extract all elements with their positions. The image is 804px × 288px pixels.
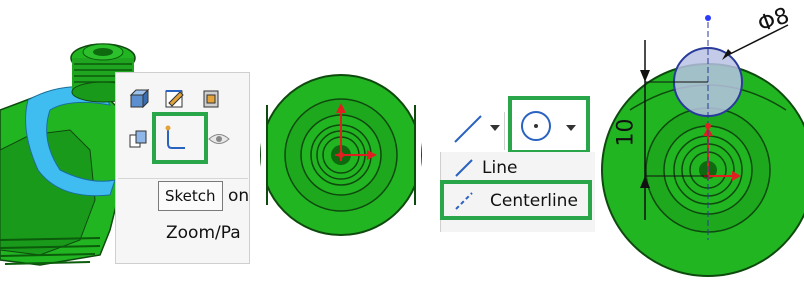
menu-separator — [118, 178, 248, 179]
panel-top-view — [255, 0, 425, 288]
display-style-icon[interactable] — [196, 84, 226, 114]
vertical-dimension-label[interactable]: 10 — [614, 119, 639, 147]
panel-sketch-tools: Line Centerline — [430, 0, 600, 288]
line-dropdown-chevron-icon[interactable] — [488, 118, 502, 138]
model-top-view[interactable] — [255, 0, 425, 288]
normal-to-icon[interactable] — [124, 124, 154, 154]
menu-item-fragment: on — [228, 186, 250, 206]
panel-context-toolbar: Sketch on Zoom/Pa — [0, 0, 250, 288]
circle-tool-highlight — [508, 96, 590, 154]
view-orientation-icon[interactable] — [124, 84, 154, 114]
line-menu-icon — [452, 156, 476, 180]
menu-item-line[interactable]: Line — [482, 158, 517, 178]
sketch-button-highlight — [152, 112, 208, 164]
panel-sketch-dimensions: Φ8 10 — [600, 0, 804, 288]
line-tool-icon[interactable] — [448, 112, 488, 146]
menu-item-zoom-pan[interactable]: Zoom/Pa — [166, 223, 241, 243]
sketch-tooltip: Sketch — [158, 181, 223, 211]
hide-show-icon[interactable] — [204, 124, 234, 154]
edit-sketch-icon[interactable] — [160, 84, 190, 114]
centerline-highlight — [440, 180, 592, 220]
